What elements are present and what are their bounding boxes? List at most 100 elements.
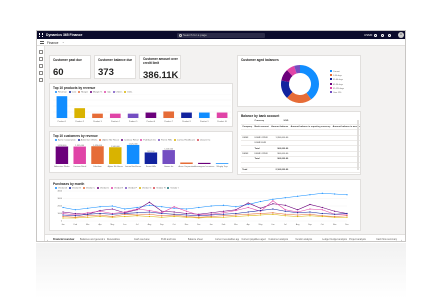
bar [127,113,139,118]
chart-legend: Revenue Cost Margin Margin % Qty Orders Units [53,90,132,93]
company-picker[interactable]: USMF [364,33,373,37]
bank-balance-card[interactable]: Balance by bank account CurrencyUSDEURCo… [237,111,361,175]
data-point [259,214,262,216]
data-point [210,205,212,207]
bar [56,96,68,118]
data-point [309,211,311,213]
legend-label: Vendor I [170,187,179,190]
data-point [321,215,323,218]
y-tick-label: 2000 [58,206,63,208]
workspace-icon[interactable] [39,71,43,75]
chart-title: Top 10 customers by revenue [53,134,98,138]
kpi-card-past-due[interactable]: Customer past due 60 [49,55,91,79]
search-placeholder: Search for a page [183,32,207,37]
data-point [334,193,336,195]
menu-icon[interactable] [40,41,44,44]
data-label: 1,113,000 [164,149,174,151]
page-tab[interactable]: Current receivables aged balances [215,238,240,241]
data-point [309,215,311,217]
data-point [222,210,225,212]
app-title[interactable]: Dynamics 365 Finance [46,33,82,37]
settings-icon[interactable] [381,33,384,37]
customers-chart-card[interactable]: Top 10 customers by revenue Acme Corpora… [49,131,233,173]
x-tick-label: Apr [247,223,250,226]
x-tick-label: Sep [308,224,312,226]
legend-label: Vendor H [156,187,166,190]
x-tick-label: Nov [185,224,189,226]
legend-swatch [330,86,332,89]
page-tab[interactable]: Current payables aged balances [241,238,266,241]
data-point [185,208,188,210]
x-tick-label: Lamna Healthcare [125,165,142,168]
avatar[interactable]: A [398,32,404,38]
data-point [259,207,262,209]
page-tab[interactable]: Cash flow summary [376,238,401,241]
app-launcher-icon[interactable] [39,33,43,37]
data-point [272,212,274,214]
legend-label: Vendor F [128,187,138,190]
data-point [309,208,311,210]
data-point [334,213,336,215]
page-tab[interactable]: Balance sheet [188,238,213,241]
data-point [222,216,225,218]
data-point [161,216,163,218]
star-icon[interactable] [39,57,43,61]
products-chart-card[interactable]: Top 10 products by revenue Revenue Cost Ma… [49,83,233,127]
search-box[interactable]: Search for a page [177,32,265,38]
bar [198,162,211,164]
screen-reflection [36,243,406,298]
page-tab[interactable]: Vendor analysis [295,238,320,241]
tab-finance[interactable]: Finance [47,41,58,45]
scrollbar[interactable] [357,120,359,170]
side-nav [37,46,45,241]
home-icon[interactable] [39,50,43,54]
page-tab[interactable]: Receivables [107,238,132,241]
data-point [99,206,101,208]
data-point [235,212,237,215]
data-label: 1,525,000 [129,143,139,145]
data-point [346,194,348,196]
page-tab[interactable]: Project analysis [349,238,374,241]
chevron-left-icon[interactable]: ‹ [47,238,48,242]
data-point [185,214,188,216]
page-tab[interactable]: Cash overview [134,238,159,241]
help-icon[interactable] [388,33,391,37]
page-tab[interactable]: Ledger budget analysis [322,238,347,241]
data-point [62,214,64,216]
x-tick-label: Oct [321,223,325,226]
data-point [222,213,225,215]
bar [73,146,86,164]
legend-item: 91-120 days [330,86,344,90]
kpi-card-balance-due[interactable]: Customer balance due 373 [94,55,136,79]
legend-label: Vendor D [100,187,110,190]
purchases-chart-card[interactable]: Purchases by month Vendor A Vendor B Vendo… [49,179,361,231]
notifications-icon[interactable] [374,33,377,37]
page-tab[interactable]: Customer analysis [268,238,293,241]
page-tab[interactable]: Balances and general ledger [80,238,105,241]
page-tab[interactable]: Financial overview [53,238,78,241]
clock-icon[interactable] [39,64,43,68]
data-point [148,209,151,212]
x-tick-label: Forest Hills [146,165,156,168]
data-point [99,214,101,216]
list-icon[interactable] [39,78,43,82]
data-point [247,202,249,204]
kpi-card-over-credit[interactable]: Customer amount over credit limit 386.11… [139,55,181,81]
data-point [87,213,89,215]
data-point [198,217,200,219]
products-bar-chart: Product 1 Product 2 Product 3 Product 4 Prod… [53,94,231,123]
data-point [297,212,299,214]
y-tick-label: 3000 [58,198,63,200]
x-tick-label: Jan [210,224,213,226]
x-tick-label: Dec [345,224,349,226]
chevron-down-icon[interactable]: ⌄ [62,40,65,44]
x-tick-label: Sep [160,224,164,226]
chevron-right-icon[interactable]: › [401,238,402,242]
legend-label: Lamna Healthcare [177,139,195,142]
aged-balances-card[interactable]: Customer aged balances Current 1-30 days 3… [237,55,361,107]
data-point [297,215,299,218]
bar [144,152,158,164]
data-point [284,210,286,212]
data-point [87,207,89,209]
page-tab[interactable]: Profit and loss [161,238,186,241]
